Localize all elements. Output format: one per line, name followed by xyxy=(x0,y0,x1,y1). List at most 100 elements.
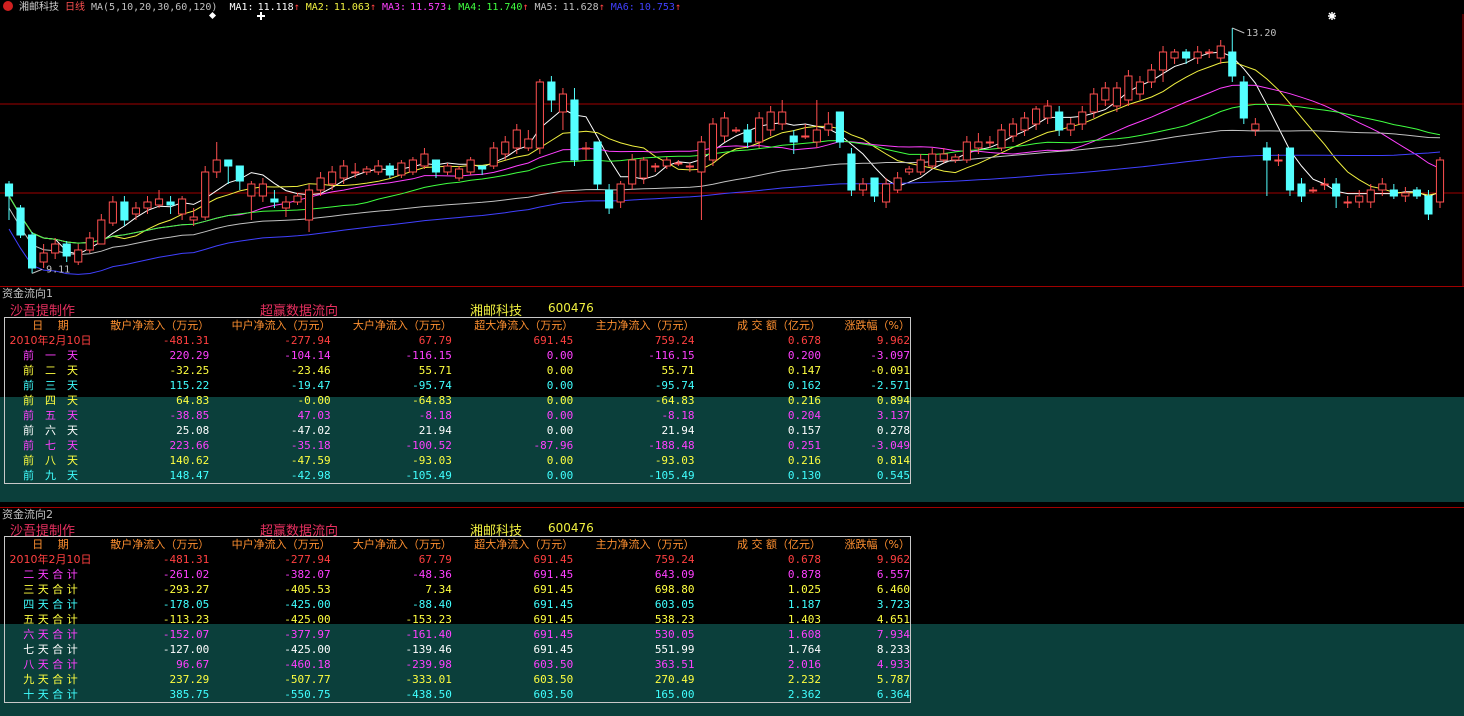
fund-flow-panel-2[interactable]: 资金流向2 沙吾提制作 超赢数据流向 湘邮科技 600476 日 期散户净流入（… xyxy=(0,508,1464,716)
table-cell: 十 天 合 计 xyxy=(23,688,78,701)
ma-trend-arrow-icon: ↑ xyxy=(598,2,605,13)
table-cell: 1.403 xyxy=(787,613,821,626)
candle-body xyxy=(708,123,718,161)
candle-body xyxy=(731,129,741,132)
table-cell: 691.45 xyxy=(533,643,574,656)
table-cell: -32.25 xyxy=(169,364,210,377)
table-cell: 691.45 xyxy=(533,628,574,641)
table-row: 前 六 天 25.08 -47.02 21.94 0.00 21.94 0.157 0.278 xyxy=(5,423,910,438)
table-cell: -481.31 xyxy=(162,553,210,566)
table-row: 前 四 天 64.83 -0.00 -64.83 0.00 -64.83 0.216 0.89… xyxy=(5,393,910,408)
candle-body xyxy=(51,243,60,254)
candle-body xyxy=(1043,105,1052,119)
table-cell: 165.00 xyxy=(654,688,695,701)
kline-chart[interactable]: 13.20 9.11 湘邮科技 日线 MA(5,10,20,30,60,120) MA… xyxy=(0,0,1464,287)
table-cell: 2.016 xyxy=(787,658,821,671)
table-cell: 0.200 xyxy=(787,349,821,362)
column-header: 涨跌幅（%） xyxy=(844,538,910,551)
table-cell: 0.216 xyxy=(787,454,821,467)
table-cell: 4.933 xyxy=(876,658,910,671)
candle-body xyxy=(1332,183,1341,197)
table-cell: -333.01 xyxy=(405,673,452,686)
candle-body xyxy=(1032,108,1041,125)
table-cell: 363.51 xyxy=(654,658,695,671)
table-cell: 25.08 xyxy=(176,424,210,437)
ma-trend-arrow-icon: ↑ xyxy=(369,2,376,13)
ma-legend-value: 11.628 xyxy=(562,2,599,13)
candle-body xyxy=(605,189,614,209)
candle-body xyxy=(1170,51,1179,59)
table-cell: -481.31 xyxy=(162,334,210,347)
candle-body xyxy=(581,147,591,150)
candle-body xyxy=(547,81,556,101)
ma-legend-value: 11.740 xyxy=(486,2,523,13)
table-row: 前 三 天 115.22 -19.47 -95.74 0.00 -95.74 0.162 -2… xyxy=(5,378,910,393)
table-cell: 759.24 xyxy=(654,553,695,566)
table-cell: 2010年2月10日 xyxy=(9,553,92,566)
table-cell: 67.79 xyxy=(418,334,452,347)
column-header: 散户净流入（万元） xyxy=(110,538,210,551)
table-cell: 8.233 xyxy=(876,643,910,656)
candle-body xyxy=(362,168,371,173)
table-cell: 691.45 xyxy=(533,334,574,347)
table-cell: -153.23 xyxy=(405,613,452,626)
fund-flow-panel-1[interactable]: 资金流向1 沙吾提制作 超赢数据流向 湘邮科技 600476 日 期散户净流入（… xyxy=(0,287,1464,503)
candle-body xyxy=(1424,195,1433,215)
candle-body xyxy=(1216,45,1225,59)
candle-body xyxy=(951,156,960,161)
table-cell: 1.187 xyxy=(787,598,821,611)
table-cell: 0.278 xyxy=(876,424,910,437)
candle-body xyxy=(247,183,256,197)
table-cell: -425.00 xyxy=(284,613,331,626)
table-cell: 148.47 xyxy=(169,469,210,482)
table-cell: 0.00 xyxy=(546,394,574,407)
candle-body xyxy=(408,159,417,173)
period-label: 日线 xyxy=(65,2,85,13)
candle-body xyxy=(154,198,164,206)
table-cell: -377.97 xyxy=(284,628,331,641)
candle-body xyxy=(224,159,233,167)
table-cell: 2.232 xyxy=(787,673,821,686)
stock-name: 湘邮科技 xyxy=(19,2,59,13)
table-cell: -88.40 xyxy=(412,598,452,611)
candle-body xyxy=(512,129,521,149)
table-row: 2010年2月10日 -481.31 -277.94 67.79 691.45 759.2… xyxy=(5,333,911,348)
table-cell: 0.00 xyxy=(546,364,574,377)
candle-body xyxy=(639,159,648,179)
candle-body xyxy=(397,162,406,176)
table-cell: -161.40 xyxy=(405,628,452,641)
candle-body xyxy=(281,201,291,209)
table-row: 二 天 合 计 -261.02 -382.07 -48.36 691.45 643.09 0… xyxy=(5,567,910,582)
kline-chart-canvas[interactable]: 13.20 9.11 xyxy=(0,0,1464,287)
candle-body xyxy=(778,111,787,125)
table-cell: 385.75 xyxy=(169,688,210,701)
table-cell: 前 四 天 xyxy=(23,394,78,407)
table-cell: 0.814 xyxy=(876,454,910,467)
table-cell: 55.71 xyxy=(418,364,452,377)
table-cell: 603.50 xyxy=(533,688,574,701)
candle-body xyxy=(1297,183,1306,197)
candle-body xyxy=(212,159,221,173)
candle-body xyxy=(1343,201,1352,204)
ma-line xyxy=(8,151,1441,275)
table-row: 十 天 合 计 385.75 -550.75 -438.50 603.50 165.00 2… xyxy=(5,687,910,702)
table-cell: -23.46 xyxy=(290,364,331,377)
table-cell: -8.18 xyxy=(418,409,452,422)
table-cell: -105.49 xyxy=(648,469,695,482)
table-row: 前 一 天 220.29 -104.14 -116.15 0.00 -116.15 0.20… xyxy=(5,348,910,363)
table-cell: -95.74 xyxy=(654,379,695,392)
candle-body xyxy=(1147,69,1156,83)
candle-body xyxy=(235,165,244,182)
candle-body xyxy=(766,111,775,131)
table-cell: 55.71 xyxy=(661,364,695,377)
table-cell: -261.02 xyxy=(162,568,210,581)
low-marker xyxy=(31,268,43,274)
candle-body xyxy=(697,141,706,173)
candle-body xyxy=(1412,189,1421,197)
table-row: 前 八 天 140.62 -47.59 -93.03 0.00 -93.03 0.216 0.… xyxy=(5,453,910,468)
table-cell: -38.85 xyxy=(169,409,210,422)
fund-flow-table-1: 日 期 散户净流入（万元） 中户净流入（万元） 大户净流入（万元） 超大净流入（万元） 主… xyxy=(4,317,911,484)
table-cell: 270.49 xyxy=(654,673,695,686)
candle-body xyxy=(1274,159,1283,162)
table-cell: 47.03 xyxy=(297,409,331,422)
